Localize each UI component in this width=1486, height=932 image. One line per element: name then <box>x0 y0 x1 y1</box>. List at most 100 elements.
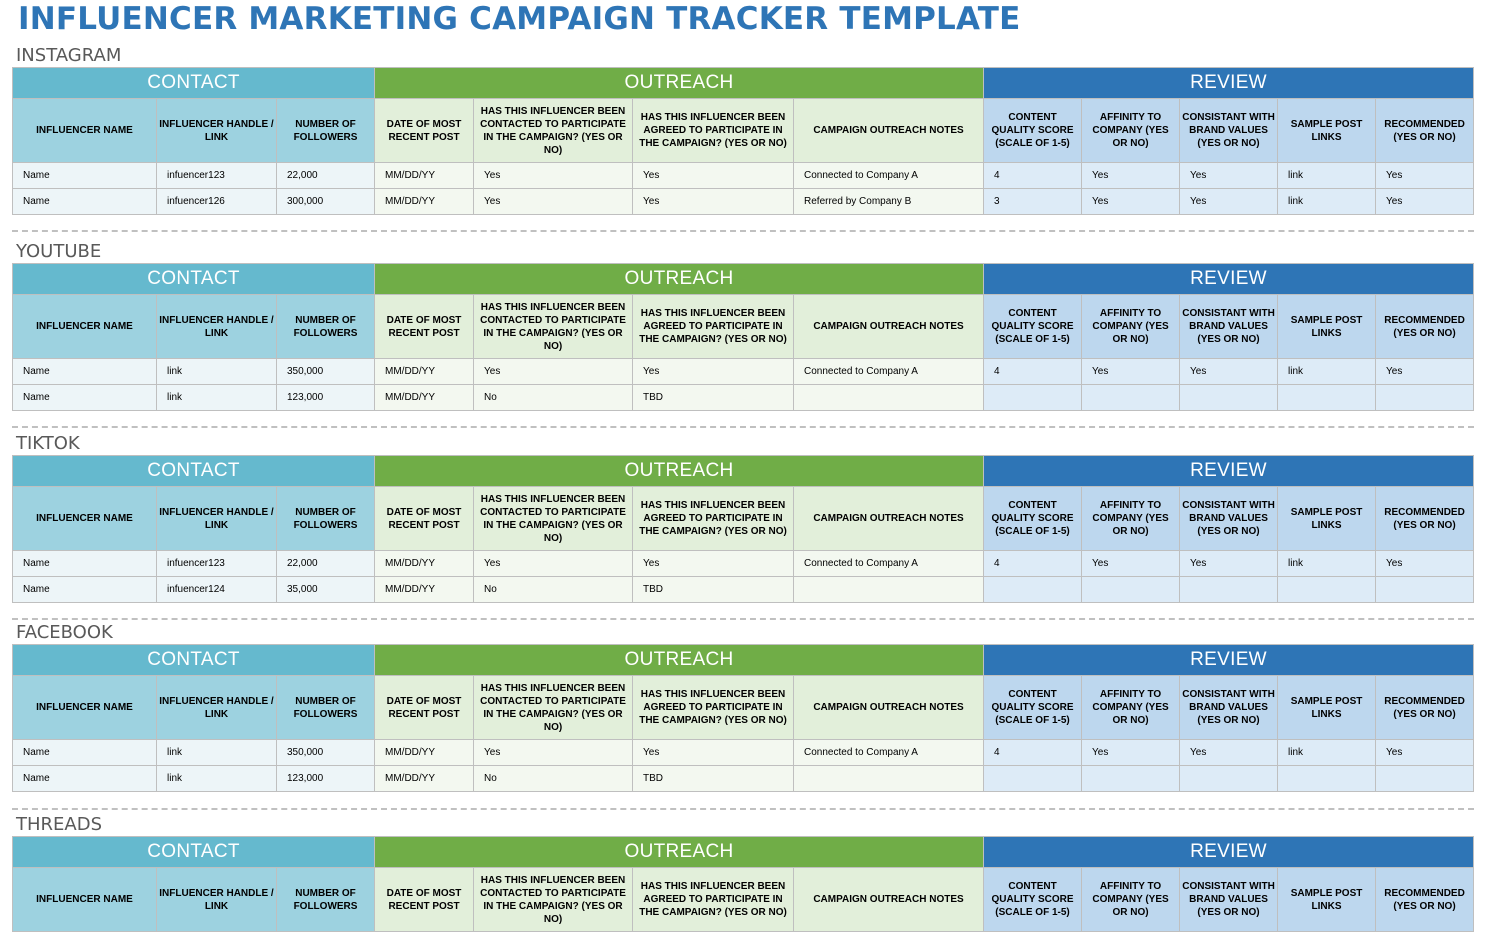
cell-recommended[interactable]: Yes <box>1375 739 1475 766</box>
cell-content-quality[interactable] <box>983 384 1083 411</box>
cell-content-quality[interactable]: 4 <box>983 739 1083 766</box>
cell-content-quality[interactable] <box>983 765 1083 792</box>
cell-outreach-notes[interactable] <box>793 576 985 603</box>
cell-sample-links[interactable] <box>1277 576 1377 603</box>
cell-contacted[interactable]: No <box>473 765 634 792</box>
cell-influencer-name[interactable]: Name <box>12 188 157 215</box>
cell-affinity[interactable]: Yes <box>1081 188 1181 215</box>
cell-date-recent-post[interactable]: MM/DD/YY <box>374 188 475 215</box>
cell-outreach-notes[interactable]: Connected to Company A <box>793 162 985 189</box>
cell-handle[interactable]: infuencer123 <box>156 162 277 189</box>
cell-content-quality[interactable]: 4 <box>983 550 1083 577</box>
cell-contacted[interactable]: Yes <box>473 550 634 577</box>
cell-brand-values[interactable]: Yes <box>1179 550 1279 577</box>
col-header-recommended: RECOMMENDED (YES OR NO) <box>1375 486 1475 551</box>
cell-content-quality[interactable]: 3 <box>983 188 1083 215</box>
cell-influencer-name[interactable]: Name <box>12 550 157 577</box>
cell-sample-links[interactable]: link <box>1277 162 1377 189</box>
cell-affinity[interactable] <box>1081 384 1181 411</box>
cell-followers[interactable]: 22,000 <box>275 162 376 189</box>
cell-influencer-name[interactable]: Name <box>12 162 157 189</box>
cell-agreed[interactable]: TBD <box>632 765 795 792</box>
cell-influencer-name[interactable]: Name <box>12 765 157 792</box>
cell-sample-links[interactable] <box>1277 384 1377 411</box>
cell-outreach-notes[interactable]: Connected to Company A <box>793 739 985 766</box>
cell-influencer-name[interactable]: Name <box>12 739 157 766</box>
cell-affinity[interactable]: Yes <box>1081 739 1181 766</box>
cell-recommended[interactable]: Yes <box>1375 550 1475 577</box>
cell-influencer-name[interactable]: Name <box>12 358 157 385</box>
cell-contacted[interactable]: No <box>473 384 634 411</box>
cell-content-quality[interactable] <box>983 576 1083 603</box>
cell-influencer-name[interactable]: Name <box>12 576 157 603</box>
cell-date-recent-post[interactable]: MM/DD/YY <box>374 550 475 577</box>
cell-date-recent-post[interactable]: MM/DD/YY <box>374 576 475 603</box>
cell-content-quality[interactable]: 4 <box>983 358 1083 385</box>
cell-outreach-notes[interactable]: Connected to Company A <box>793 550 985 577</box>
cell-content-quality[interactable]: 4 <box>983 162 1083 189</box>
cell-agreed[interactable]: Yes <box>632 739 795 766</box>
cell-influencer-name[interactable]: Name <box>12 384 157 411</box>
cell-recommended[interactable] <box>1375 384 1475 411</box>
cell-followers[interactable]: 350,000 <box>275 358 376 385</box>
cell-recommended[interactable]: Yes <box>1375 162 1475 189</box>
cell-affinity[interactable]: Yes <box>1081 550 1181 577</box>
cell-sample-links[interactable]: link <box>1277 188 1377 215</box>
cell-sample-links[interactable] <box>1277 765 1377 792</box>
cell-sample-links[interactable]: link <box>1277 358 1377 385</box>
cell-brand-values[interactable] <box>1179 576 1279 603</box>
cell-handle[interactable]: infuencer124 <box>156 576 277 603</box>
cell-followers[interactable]: 123,000 <box>275 765 376 792</box>
cell-followers[interactable]: 35,000 <box>275 576 376 603</box>
cell-agreed[interactable]: Yes <box>632 188 795 215</box>
cell-agreed[interactable]: Yes <box>632 550 795 577</box>
cell-affinity[interactable]: Yes <box>1081 162 1181 189</box>
cell-recommended[interactable] <box>1375 765 1475 792</box>
cell-recommended[interactable]: Yes <box>1375 188 1475 215</box>
cell-outreach-notes[interactable] <box>793 765 985 792</box>
cell-contacted[interactable]: No <box>473 576 634 603</box>
cell-date-recent-post[interactable]: MM/DD/YY <box>374 162 475 189</box>
cell-date-recent-post[interactable]: MM/DD/YY <box>374 765 475 792</box>
cell-brand-values[interactable] <box>1179 765 1279 792</box>
cell-contacted[interactable]: Yes <box>473 358 634 385</box>
cell-contacted[interactable]: Yes <box>473 188 634 215</box>
col-header-brand-values: CONSISTANT WITH BRAND VALUES (YES OR NO) <box>1179 98 1279 163</box>
cell-followers[interactable]: 300,000 <box>275 188 376 215</box>
cell-brand-values[interactable] <box>1179 384 1279 411</box>
cell-recommended[interactable]: Yes <box>1375 358 1475 385</box>
cell-agreed[interactable]: TBD <box>632 384 795 411</box>
cell-outreach-notes[interactable]: Connected to Company A <box>793 358 985 385</box>
cell-handle[interactable]: infuencer126 <box>156 188 277 215</box>
cell-date-recent-post[interactable]: MM/DD/YY <box>374 384 475 411</box>
cell-brand-values[interactable]: Yes <box>1179 188 1279 215</box>
cell-affinity[interactable] <box>1081 576 1181 603</box>
cell-agreed[interactable]: Yes <box>632 162 795 189</box>
cell-handle[interactable]: infuencer123 <box>156 550 277 577</box>
cell-followers[interactable]: 350,000 <box>275 739 376 766</box>
cell-followers[interactable]: 22,000 <box>275 550 376 577</box>
cell-date-recent-post[interactable]: MM/DD/YY <box>374 358 475 385</box>
cell-agreed[interactable]: TBD <box>632 576 795 603</box>
cell-handle[interactable]: link <box>156 384 277 411</box>
cell-affinity[interactable] <box>1081 765 1181 792</box>
cell-followers[interactable]: 123,000 <box>275 384 376 411</box>
cell-sample-links[interactable]: link <box>1277 739 1377 766</box>
cell-contacted[interactable]: Yes <box>473 162 634 189</box>
cell-outreach-notes[interactable] <box>793 384 985 411</box>
cell-handle[interactable]: link <box>156 358 277 385</box>
cell-handle[interactable]: link <box>156 765 277 792</box>
group-band-row: CONTACT OUTREACH REVIEW <box>11 67 1475 99</box>
cell-outreach-notes[interactable]: Referred by Company B <box>793 188 985 215</box>
cell-contacted[interactable]: Yes <box>473 739 634 766</box>
cell-affinity[interactable]: Yes <box>1081 358 1181 385</box>
cell-sample-links[interactable]: link <box>1277 550 1377 577</box>
cell-brand-values[interactable]: Yes <box>1179 739 1279 766</box>
cell-brand-values[interactable]: Yes <box>1179 358 1279 385</box>
cell-handle[interactable]: link <box>156 739 277 766</box>
tracker-table: CONTACT OUTREACH REVIEW INFLUENCER NAME … <box>11 836 1475 932</box>
cell-agreed[interactable]: Yes <box>632 358 795 385</box>
cell-recommended[interactable] <box>1375 576 1475 603</box>
cell-date-recent-post[interactable]: MM/DD/YY <box>374 739 475 766</box>
cell-brand-values[interactable]: Yes <box>1179 162 1279 189</box>
